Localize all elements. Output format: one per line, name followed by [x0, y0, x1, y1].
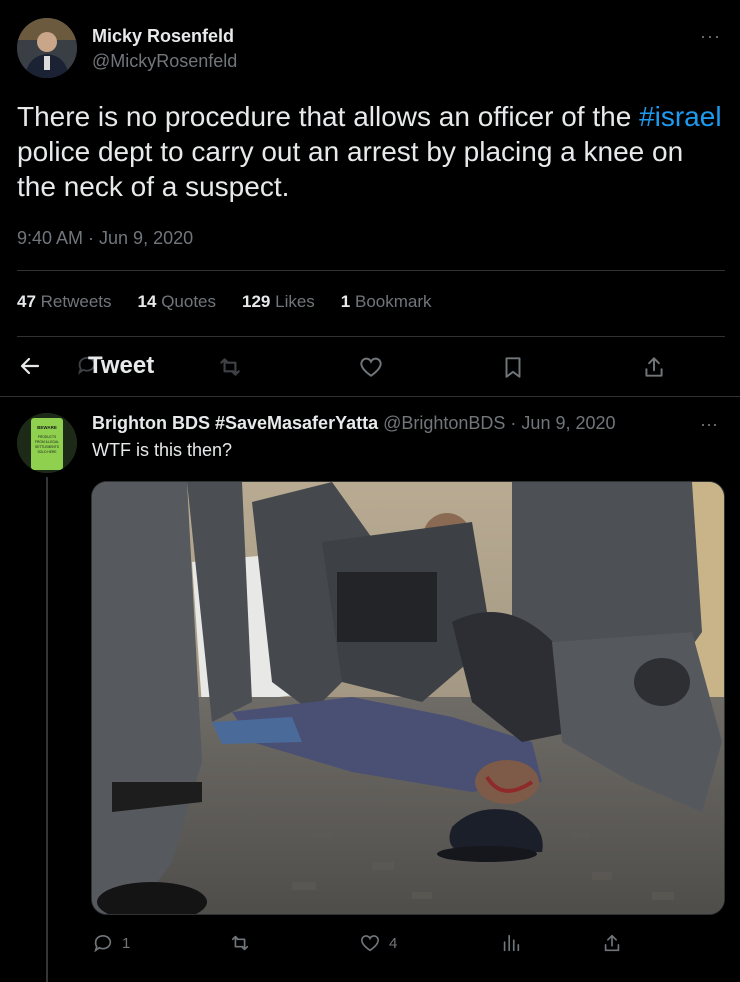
reply-text: WTF is this then? — [92, 440, 233, 460]
sign-line: BEWARE — [37, 425, 57, 430]
divider — [17, 270, 725, 271]
tweet-timestamp[interactable]: 9:40 AM · Jun 9, 2020 — [17, 228, 193, 249]
retweets-stat[interactable]: 47 Retweets — [17, 292, 112, 312]
reply-author-meta[interactable]: @BrightonBDS · Jun 9, 2020 — [383, 413, 615, 433]
author-handle[interactable]: @MickyRosenfeld — [92, 51, 237, 72]
like-count: 4 — [389, 934, 398, 952]
reply-icon — [94, 934, 112, 953]
likes-stat[interactable]: 129 Likes — [242, 292, 315, 312]
reply-like-button[interactable]: 4 — [359, 930, 397, 956]
reply-author-avatar[interactable]: BEWARE PRODUCTS FROM ILLEGAL SETTLEMENTS… — [17, 413, 77, 473]
bookmark-icon[interactable] — [500, 354, 526, 380]
reply-share-button[interactable] — [601, 930, 623, 956]
tweet-text: There is no procedure that allows an off… — [17, 99, 727, 204]
page-title: Tweet — [88, 352, 155, 379]
analytics-icon — [503, 934, 520, 952]
bookmarks-stat[interactable]: 1 Bookmark — [341, 292, 432, 312]
reply-retweet-button[interactable] — [229, 930, 251, 956]
tweet-text-part: police dept to carry out an arrest by pl… — [17, 136, 684, 202]
author-avatar[interactable] — [17, 18, 77, 78]
reply-reply-button[interactable]: 1 — [92, 930, 130, 956]
author-name[interactable]: Micky Rosenfeld — [92, 26, 234, 47]
reply-author-name[interactable]: Brighton BDS #SaveMasaferYatta — [92, 413, 378, 433]
reply-photo[interactable] — [91, 481, 725, 915]
reply-more-options-icon[interactable]: ··· — [700, 414, 718, 435]
thread-connector-line — [46, 477, 48, 982]
sign-line: FROM ILLEGAL — [35, 440, 59, 444]
sign-line: SETTLEMENTS — [35, 445, 60, 449]
retweet-icon — [231, 935, 249, 951]
reply-count: 1 — [122, 934, 131, 952]
engagement-stats: 47 Retweets 14 Quotes 129 Likes 1 Bookma… — [17, 292, 432, 312]
reply-analytics-button[interactable] — [500, 930, 522, 956]
like-icon[interactable] — [358, 354, 384, 380]
sign-line: PRODUCTS — [38, 435, 57, 439]
more-options-icon[interactable]: ··· — [700, 26, 721, 47]
divider — [0, 396, 740, 397]
like-icon — [360, 935, 380, 952]
share-icon[interactable] — [641, 354, 667, 380]
quotes-stat[interactable]: 14 Quotes — [138, 292, 216, 312]
hashtag-link[interactable]: #israel — [639, 101, 721, 132]
divider — [17, 336, 725, 337]
retweet-icon[interactable] — [217, 354, 243, 380]
tweet-text-part: There is no procedure that allows an off… — [17, 101, 640, 132]
sign-line: SOLD HERE — [37, 450, 57, 454]
reply-header: Brighton BDS #SaveMasaferYatta @Brighton… — [92, 413, 616, 434]
back-arrow-icon[interactable] — [18, 354, 42, 378]
share-icon — [604, 934, 620, 952]
